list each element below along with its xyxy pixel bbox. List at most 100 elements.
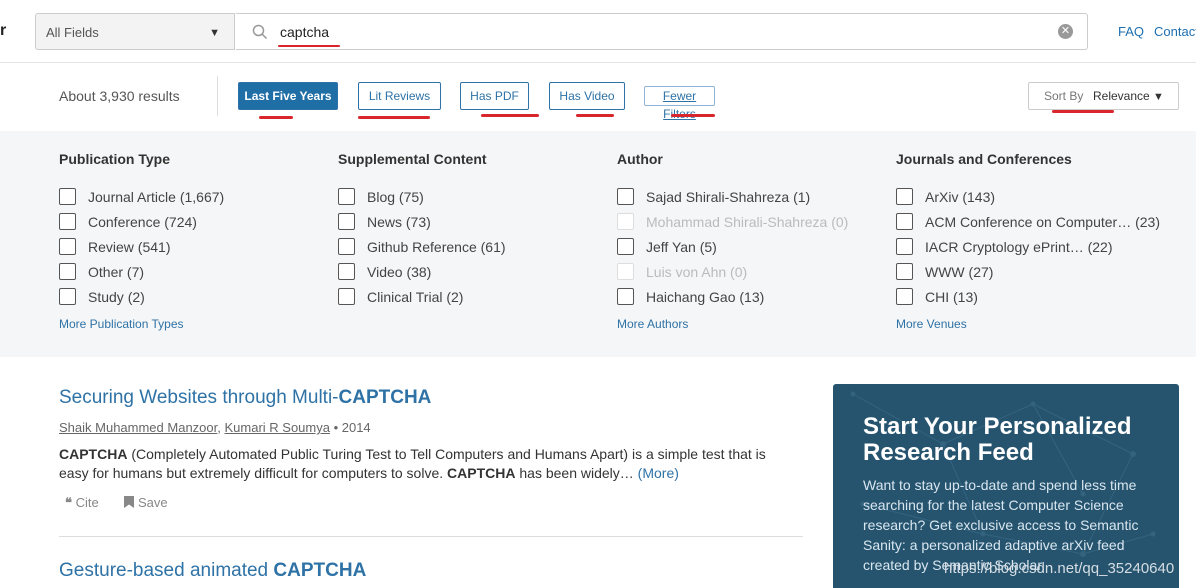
divider xyxy=(59,536,803,537)
result-title[interactable]: Securing Websites through Multi-CAPTCHA xyxy=(59,387,431,409)
facet-option-label: Blog (75) xyxy=(367,188,424,205)
checkbox[interactable] xyxy=(59,213,76,230)
facet-option[interactable]: Sajad Shirali-Shahreza (1) xyxy=(617,184,848,209)
facet-supplemental-content: Supplemental Content Blog (75) News (73)… xyxy=(338,151,506,309)
quote-icon: ❝ xyxy=(65,495,72,510)
checkbox[interactable] xyxy=(59,238,76,255)
annotation-underline xyxy=(278,45,340,47)
checkbox[interactable] xyxy=(59,288,76,305)
save-label: Save xyxy=(138,495,168,510)
facet-option[interactable]: Journal Article (1,667) xyxy=(59,184,224,209)
facet-option-label: Luis von Ahn (0) xyxy=(646,263,748,280)
search-icon xyxy=(252,24,268,45)
cite-button[interactable]: ❝ Cite xyxy=(65,495,99,510)
checkbox[interactable] xyxy=(896,288,913,305)
facet-option-label: ArXiv (143) xyxy=(925,188,996,205)
field-select-value: All Fields xyxy=(46,25,99,40)
fewer-filters-link[interactable]: Fewer Filters xyxy=(644,86,715,121)
result-abstract: CAPTCHA (Completely Automated Public Tur… xyxy=(59,445,779,483)
logo-fragment[interactable]: r xyxy=(0,22,6,40)
more-venues-link[interactable]: More Venues xyxy=(896,317,1160,331)
facet-option-label: Jeff Yan (5) xyxy=(646,238,717,255)
checkbox[interactable] xyxy=(338,263,355,280)
watermark: https://blog.csdn.net/qq_35240640 xyxy=(944,560,1175,577)
annotation-underline xyxy=(481,114,539,117)
abstract-text: has been widely… xyxy=(515,465,638,481)
checkbox[interactable] xyxy=(338,213,355,230)
facet-option[interactable]: ACM Conference on Computer… (23) xyxy=(896,209,1160,234)
checkbox[interactable] xyxy=(59,188,76,205)
promo-card[interactable]: Start Your Personalized Research Feed Wa… xyxy=(833,384,1179,588)
checkbox[interactable] xyxy=(338,288,355,305)
facet-option-label: WWW (27) xyxy=(925,263,994,280)
faq-link[interactable]: FAQ xyxy=(1118,24,1144,39)
facet-title: Publication Type xyxy=(59,151,170,167)
checkbox[interactable] xyxy=(617,188,634,205)
save-button[interactable]: Save xyxy=(124,495,168,510)
facet-option-label: Haichang Gao (13) xyxy=(646,288,765,305)
checkbox[interactable] xyxy=(338,188,355,205)
divider xyxy=(217,76,218,116)
search-input[interactable]: captcha ✕ xyxy=(236,13,1088,50)
facet-option[interactable]: Clinical Trial (2) xyxy=(338,284,506,309)
chevron-down-icon: ▼ xyxy=(1153,91,1164,103)
facet-option[interactable]: Conference (724) xyxy=(59,209,224,234)
filter-last-five-years[interactable]: Last Five Years xyxy=(238,82,338,110)
facet-option-label: CHI (13) xyxy=(925,288,978,305)
filter-lit-reviews[interactable]: Lit Reviews xyxy=(358,82,441,110)
checkbox[interactable] xyxy=(896,238,913,255)
facet-option[interactable]: News (73) xyxy=(338,209,506,234)
facet-option[interactable]: Github Reference (61) xyxy=(338,234,506,259)
author-link[interactable]: Shaik Muhammed Manzoor xyxy=(59,420,217,435)
facet-option[interactable]: WWW (27) xyxy=(896,259,1160,284)
checkbox[interactable] xyxy=(617,238,634,255)
sort-label: Sort By xyxy=(1044,89,1084,103)
results-count: About 3,930 results xyxy=(59,88,180,104)
checkbox[interactable] xyxy=(338,238,355,255)
result-title-highlight: CAPTCHA xyxy=(273,560,367,581)
checkbox[interactable] xyxy=(896,263,913,280)
facet-option-label: Clinical Trial (2) xyxy=(367,288,464,305)
facet-option[interactable]: Jeff Yan (5) xyxy=(617,234,848,259)
facet-option-label: Other (7) xyxy=(88,263,145,280)
checkbox[interactable] xyxy=(59,263,76,280)
facet-option-label: ACM Conference on Computer… (23) xyxy=(925,213,1160,230)
checkbox[interactable] xyxy=(896,213,913,230)
annotation-underline xyxy=(671,114,715,117)
field-select[interactable]: All Fields ▼ xyxy=(35,13,235,50)
facet-option-label: Mohammad Shirali-Shahreza (0) xyxy=(646,213,849,230)
bookmark-icon xyxy=(124,495,135,510)
facet-option[interactable]: Blog (75) xyxy=(338,184,506,209)
facet-option[interactable]: Other (7) xyxy=(59,259,224,284)
facet-option[interactable]: ArXiv (143) xyxy=(896,184,1160,209)
clear-icon[interactable]: ✕ xyxy=(1058,24,1073,39)
result-actions: ❝ Cite Save xyxy=(65,495,168,511)
facet-option-label: Conference (724) xyxy=(88,213,197,230)
more-link[interactable]: (More) xyxy=(638,465,679,481)
facet-option[interactable]: Haichang Gao (13) xyxy=(617,284,848,309)
more-publication-types-link[interactable]: More Publication Types xyxy=(59,317,224,331)
facet-option[interactable]: CHI (13) xyxy=(896,284,1160,309)
result-title[interactable]: Gesture-based animated CAPTCHA xyxy=(59,560,366,582)
result-title-text: Securing Websites through Multi- xyxy=(59,387,339,408)
facet-option[interactable]: Video (38) xyxy=(338,259,506,284)
checkbox[interactable] xyxy=(896,188,913,205)
author-link[interactable]: Kumari R Soumya xyxy=(224,420,329,435)
filter-has-video[interactable]: Has Video xyxy=(549,82,625,110)
facet-option[interactable]: Review (541) xyxy=(59,234,224,259)
sort-value: Relevance xyxy=(1093,89,1150,103)
contact-link[interactable]: Contact xyxy=(1154,24,1196,39)
annotation-underline xyxy=(1052,110,1114,113)
facet-option: Luis von Ahn (0) xyxy=(617,259,848,284)
facet-option[interactable]: Study (2) xyxy=(59,284,224,309)
filter-has-pdf[interactable]: Has PDF xyxy=(460,82,529,110)
facet-option-label: Video (38) xyxy=(367,263,432,280)
more-authors-link[interactable]: More Authors xyxy=(617,317,848,331)
facet-option[interactable]: IACR Cryptology ePrint… (22) xyxy=(896,234,1160,259)
result-authors: Shaik Muhammed Manzoor, Kumari R Soumya … xyxy=(59,420,371,435)
facet-option-label: Journal Article (1,667) xyxy=(88,188,225,205)
annotation-underline xyxy=(576,114,614,117)
checkbox[interactable] xyxy=(617,288,634,305)
result-title-highlight: CAPTCHA xyxy=(338,387,432,408)
sort-select[interactable]: Sort By Relevance ▼ xyxy=(1028,82,1179,110)
